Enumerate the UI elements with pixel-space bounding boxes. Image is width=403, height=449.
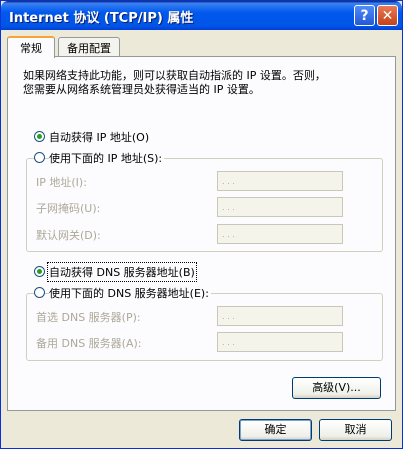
- preferred-dns-label: 首选 DNS 服务器(P):: [36, 311, 141, 324]
- close-button[interactable]: ✕: [377, 5, 398, 26]
- ok-button[interactable]: 确定: [239, 419, 312, 441]
- default-gateway-label: 默认网关(D):: [36, 229, 101, 242]
- tab-alternate-config[interactable]: 备用配置: [58, 37, 120, 57]
- tab-panel-general: 如果网络支持此功能，则可以获取自动指派的 IP 设置。否则， 您需要从网络系统管…: [7, 56, 396, 411]
- tab-general[interactable]: 常规: [7, 36, 55, 58]
- ip-address-field[interactable]: . . .: [217, 171, 343, 191]
- manual-dns-radio[interactable]: [34, 287, 45, 298]
- cancel-button[interactable]: 取消: [319, 419, 392, 441]
- title-bar[interactable]: Internet 协议 (TCP/IP) 属性 ? ✕: [1, 1, 402, 30]
- alternate-dns-field[interactable]: . . .: [217, 332, 343, 352]
- auto-ip-radio[interactable]: [34, 131, 45, 142]
- alternate-dns-value: . . .: [222, 338, 235, 347]
- preferred-dns-field[interactable]: . . .: [217, 306, 343, 326]
- help-button[interactable]: ?: [354, 5, 375, 26]
- manual-ip-radio[interactable]: [34, 152, 45, 163]
- description-line-2: 您需要从网络系统管理员处获得适当的 IP 设置。: [23, 83, 260, 96]
- ip-address-label: IP 地址(I):: [36, 176, 87, 189]
- ip-address-value: . . .: [222, 177, 235, 186]
- subnet-mask-field[interactable]: . . .: [217, 197, 343, 217]
- tab-general-label: 常规: [20, 42, 42, 55]
- auto-dns-label[interactable]: 自动获得 DNS 服务器地址(B): [47, 262, 197, 282]
- default-gateway-field[interactable]: . . .: [217, 224, 343, 244]
- auto-dns-radio[interactable]: [34, 266, 45, 277]
- tab-alternate-config-label: 备用配置: [67, 42, 111, 55]
- auto-ip-label[interactable]: 自动获得 IP 地址(O): [49, 129, 149, 145]
- window-title: Internet 协议 (TCP/IP) 属性: [9, 11, 194, 26]
- advanced-button[interactable]: 高级(V)...: [292, 377, 381, 399]
- subnet-mask-label: 子网掩码(U):: [36, 202, 101, 215]
- subnet-mask-value: . . .: [222, 203, 235, 212]
- default-gateway-value: . . .: [222, 230, 235, 239]
- alternate-dns-label: 备用 DNS 服务器(A):: [36, 337, 142, 350]
- manual-ip-label[interactable]: 使用下面的 IP 地址(S):: [49, 150, 165, 166]
- preferred-dns-value: . . .: [222, 312, 235, 321]
- dialog-window: Internet 协议 (TCP/IP) 属性 ? ✕ 常规 备用配置 如果网络…: [0, 0, 403, 449]
- manual-dns-label[interactable]: 使用下面的 DNS 服务器地址(E):: [49, 285, 211, 301]
